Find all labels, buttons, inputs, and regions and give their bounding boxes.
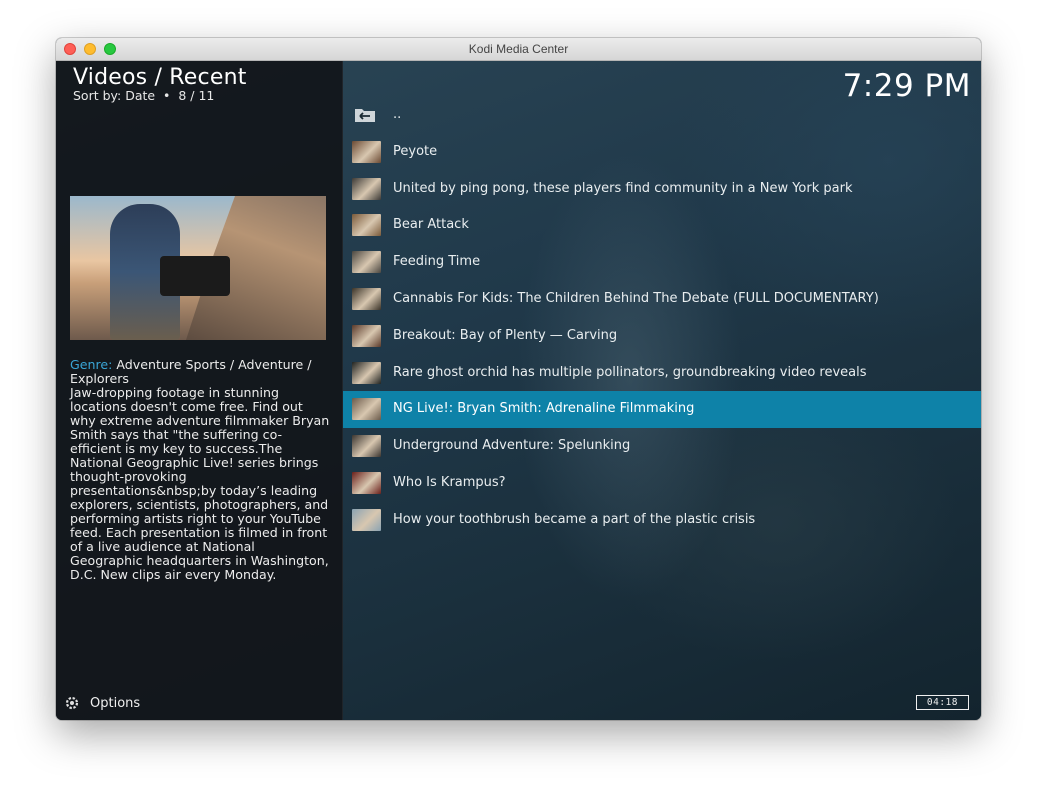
video-thumbnail (352, 361, 381, 384)
genre-label: Genre: (70, 357, 113, 372)
video-thumbnail (352, 140, 381, 163)
kodi-window: Kodi Media Center Videos / Recent Sort b… (56, 38, 981, 720)
list-item[interactable]: Feeding Time (343, 244, 981, 281)
list-item[interactable]: Who Is Krampus? (343, 465, 981, 502)
sort-info: Sort by: Date • 8 / 11 (73, 88, 215, 103)
selected-video-thumbnail (70, 196, 326, 340)
list-item[interactable]: Rare ghost orchid has multiple pollinato… (343, 355, 981, 392)
video-thumbnail (352, 324, 381, 347)
list-item[interactable]: NG Live!: Bryan Smith: Adrenaline Filmma… (343, 391, 981, 429)
options-button[interactable]: Options (64, 694, 140, 712)
list-item-label: Cannabis For Kids: The Children Behind T… (393, 290, 879, 306)
list-item-label: Who Is Krampus? (393, 474, 506, 490)
list-item[interactable]: United by ping pong, these players find … (343, 171, 981, 208)
list-item-label: Peyote (393, 143, 438, 159)
list-item-label: Underground Adventure: Spelunking (393, 438, 631, 454)
window-title: Kodi Media Center (468, 42, 569, 56)
gear-icon (65, 696, 79, 710)
list-item-label: Breakout: Bay of Plenty — Carving (393, 327, 618, 343)
folder-back-icon (355, 109, 375, 122)
video-thumbnail (352, 214, 381, 237)
options-label: Options (90, 695, 141, 711)
info-panel: Videos / Recent Sort by: Date • 8 / 11 G… (56, 61, 343, 720)
list-item-label: United by ping pong, these players find … (393, 180, 853, 196)
duration-badge: 04:18 (915, 695, 969, 710)
list-item[interactable]: Bear Attack (343, 207, 981, 244)
list-item[interactable]: Breakout: Bay of Plenty — Carving (343, 318, 981, 355)
list-item-label: NG Live!: Bryan Smith: Adrenaline Filmma… (393, 401, 695, 417)
video-thumbnail (352, 508, 381, 531)
list-item-label: Rare ghost orchid has multiple pollinato… (393, 364, 867, 380)
list-item-parent[interactable]: .. (343, 97, 981, 134)
list-item[interactable]: How your toothbrush became a part of the… (343, 502, 981, 539)
list-item[interactable]: Underground Adventure: Spelunking (343, 428, 981, 465)
video-thumbnail (352, 435, 381, 458)
list-item-label: How your toothbrush became a part of the… (393, 511, 756, 527)
title-bar[interactable]: Kodi Media Center (56, 38, 981, 61)
list-item[interactable]: Peyote (343, 134, 981, 171)
video-thumbnail (352, 398, 381, 421)
video-thumbnail (352, 251, 381, 274)
list-item-label: .. (393, 107, 402, 122)
video-thumbnail (352, 287, 381, 310)
video-metadata: Genre: Adventure Sports / Adventure / Ex… (70, 358, 330, 582)
video-description: Jaw-dropping footage in stunning locatio… (70, 385, 330, 582)
kodi-content: Videos / Recent Sort by: Date • 8 / 11 G… (56, 61, 981, 720)
page-title: Videos / Recent (73, 65, 247, 90)
video-list: .. Peyote United by ping pong, these play… (343, 97, 981, 539)
video-thumbnail (352, 471, 381, 494)
list-item[interactable]: Cannabis For Kids: The Children Behind T… (343, 281, 981, 318)
list-item-label: Feeding Time (393, 254, 481, 270)
video-thumbnail (352, 177, 381, 200)
list-item-label: Bear Attack (393, 217, 469, 233)
